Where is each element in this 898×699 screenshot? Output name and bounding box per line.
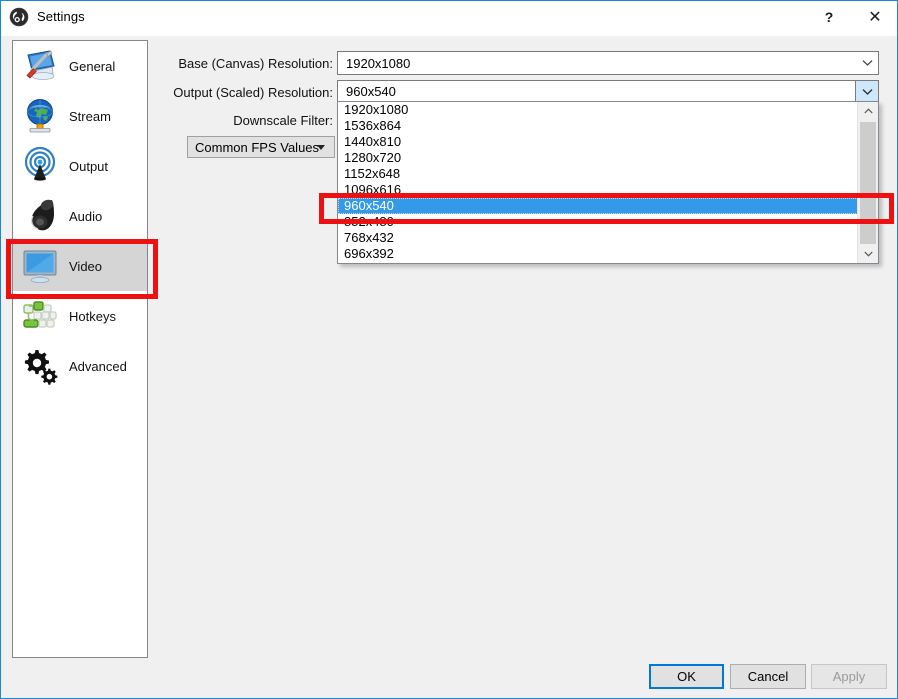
dropdown-options[interactable]: 1920x1080 1536x864 1440x810 1280x720 115… [338, 102, 858, 263]
dropdown-scrollbar[interactable] [857, 102, 878, 263]
dropdown-option-selected[interactable]: 960x540 [338, 198, 858, 214]
downscale-filter-label: Downscale Filter: [233, 113, 333, 128]
sidebar-item-label: Advanced [69, 358, 127, 374]
chevron-down-icon[interactable] [855, 81, 878, 102]
sidebar-item-label: General [69, 58, 116, 74]
output-resolution-value: 960x540 [346, 84, 396, 99]
cancel-button[interactable]: Cancel [730, 664, 806, 689]
sidebar-item-label: Video [69, 258, 103, 274]
output-resolution-label: Output (Scaled) Resolution: [173, 85, 333, 100]
scroll-up-arrow-icon[interactable] [858, 102, 878, 120]
output-resolution-dropdown-list[interactable]: 1920x1080 1536x864 1440x810 1280x720 115… [337, 101, 879, 264]
dropdown-option[interactable]: 1440x810 [338, 134, 858, 150]
dropdown-option[interactable]: 1096x616 [338, 182, 858, 198]
sidebar-item-audio[interactable]: Audio [13, 191, 147, 241]
close-icon: ✕ [868, 9, 882, 26]
general-icon [19, 45, 61, 87]
ok-button-label: OK [677, 669, 696, 684]
dropdown-option[interactable]: 1920x1080 [338, 102, 858, 118]
output-resolution-combobox[interactable]: 960x540 [337, 80, 879, 103]
settings-category-list[interactable]: General Stream Output Audio Video Hotkey… [12, 40, 148, 658]
sidebar-item-video[interactable]: Video [13, 241, 147, 291]
close-button[interactable]: ✕ [852, 1, 897, 33]
video-icon [19, 245, 61, 287]
hotkeys-icon [19, 295, 61, 337]
title-bar: Settings ? ✕ [1, 1, 897, 36]
dropdown-option[interactable]: 696x392 [338, 246, 858, 262]
fps-type-combobox[interactable]: Common FPS Values [187, 136, 335, 158]
obs-logo-icon [9, 7, 29, 27]
sidebar-item-advanced[interactable]: Advanced [13, 341, 147, 391]
advanced-icon [19, 345, 61, 387]
base-resolution-combobox[interactable]: 1920x1080 [337, 51, 879, 75]
sidebar-item-label: Stream [69, 108, 111, 124]
base-resolution-label: Base (Canvas) Resolution: [178, 56, 333, 71]
settings-window: Settings ? ✕ General Stream Output Audio… [0, 0, 898, 699]
cancel-button-label: Cancel [747, 669, 789, 684]
output-icon [19, 145, 61, 187]
audio-icon [19, 195, 61, 237]
stream-icon [19, 95, 61, 137]
sidebar-item-label: Hotkeys [69, 308, 116, 324]
dropdown-option[interactable]: 1152x648 [338, 166, 858, 182]
dropdown-option[interactable]: 852x480 [338, 214, 858, 230]
base-resolution-value: 1920x1080 [346, 55, 411, 71]
window-title: Settings [37, 9, 85, 24]
apply-button-label: Apply [832, 669, 866, 684]
chevron-down-icon[interactable] [856, 52, 878, 74]
scrollbar-thumb[interactable] [860, 122, 876, 244]
scroll-down-arrow-icon[interactable] [858, 245, 878, 263]
help-icon: ? [824, 9, 834, 25]
dropdown-option[interactable]: 768x432 [338, 230, 858, 246]
dropdown-option[interactable]: 1536x864 [338, 118, 858, 134]
sidebar-item-output[interactable]: Output [13, 141, 147, 191]
sidebar-item-hotkeys[interactable]: Hotkeys [13, 291, 147, 341]
ok-button[interactable]: OK [649, 664, 724, 689]
sidebar-item-label: Output [69, 158, 109, 174]
fps-type-value: Common FPS Values [195, 139, 320, 155]
dropdown-option[interactable]: 1280x720 [338, 150, 858, 166]
apply-button: Apply [811, 664, 887, 689]
sidebar-item-label: Audio [69, 208, 103, 224]
help-button[interactable]: ? [806, 1, 852, 33]
caret-down-icon [317, 145, 325, 150]
